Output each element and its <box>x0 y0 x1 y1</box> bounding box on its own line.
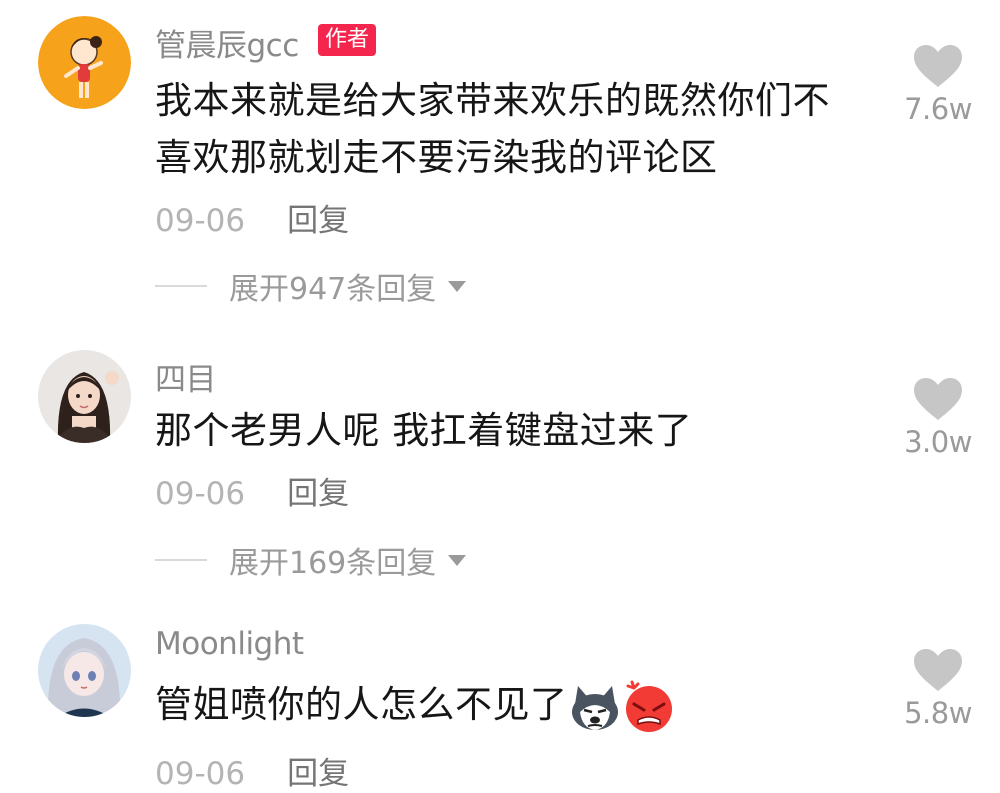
angry-face-emoji-icon <box>625 680 672 732</box>
avatar[interactable] <box>38 16 131 109</box>
like-count: 5.8w <box>904 696 972 730</box>
like-button[interactable]: 3.0w <box>898 377 978 459</box>
expand-replies-button[interactable]: 展开169条回复 <box>155 538 467 582</box>
username[interactable]: Moonlight <box>155 626 304 662</box>
like-button[interactable]: 7.6w <box>898 44 978 126</box>
reply-button[interactable]: 回复 <box>287 476 349 512</box>
husky-dog-emoji-icon <box>571 685 618 730</box>
expand-replies-button[interactable]: 展开947条回复 <box>155 264 467 308</box>
expand-replies-label: 展开169条回复 <box>229 546 437 581</box>
like-count: 7.6w <box>904 92 972 126</box>
username[interactable]: 管晨辰gcc <box>155 20 299 65</box>
cartoon-girl-avatar-icon <box>38 16 131 109</box>
avatar[interactable] <box>38 350 131 443</box>
like-count: 3.0w <box>904 425 972 459</box>
comment-meta: 09-06 回复 <box>155 748 349 793</box>
reply-button[interactable]: 回复 <box>287 203 349 239</box>
comment-date: 09-06 <box>155 476 246 512</box>
heart-icon <box>914 378 962 420</box>
caret-down-icon <box>448 280 467 292</box>
author-badge: 作者 <box>318 24 377 56</box>
comment-meta: 09-06 回复 <box>155 468 349 513</box>
reply-button[interactable]: 回复 <box>287 756 349 792</box>
comment-text: 管姐喷你的人怎么不见了 <box>155 676 875 734</box>
heart-icon <box>914 649 962 691</box>
divider-line <box>155 559 207 561</box>
anime-girl-avatar-icon <box>38 624 131 717</box>
comment-text-content: 管姐喷你的人怎么不见了 <box>155 683 568 726</box>
comment-text: 我本来就是给大家带来欢乐的既然你们不喜欢那就划走不要污染我的评论区 <box>155 79 830 179</box>
username[interactable]: 四目 <box>155 354 217 399</box>
like-button[interactable]: 5.8w <box>898 648 978 730</box>
comment-meta: 09-06 回复 <box>155 195 349 240</box>
expand-replies-label: 展开947条回复 <box>229 272 437 307</box>
photo-girl-avatar-icon <box>38 350 131 443</box>
comment-date: 09-06 <box>155 203 246 239</box>
divider-line <box>155 285 207 287</box>
avatar[interactable] <box>38 624 131 717</box>
caret-down-icon <box>448 554 467 566</box>
comment-text: 那个老男人呢 我扛着键盘过来了 <box>155 409 693 452</box>
comment-date: 09-06 <box>155 756 246 792</box>
heart-icon <box>914 45 962 87</box>
